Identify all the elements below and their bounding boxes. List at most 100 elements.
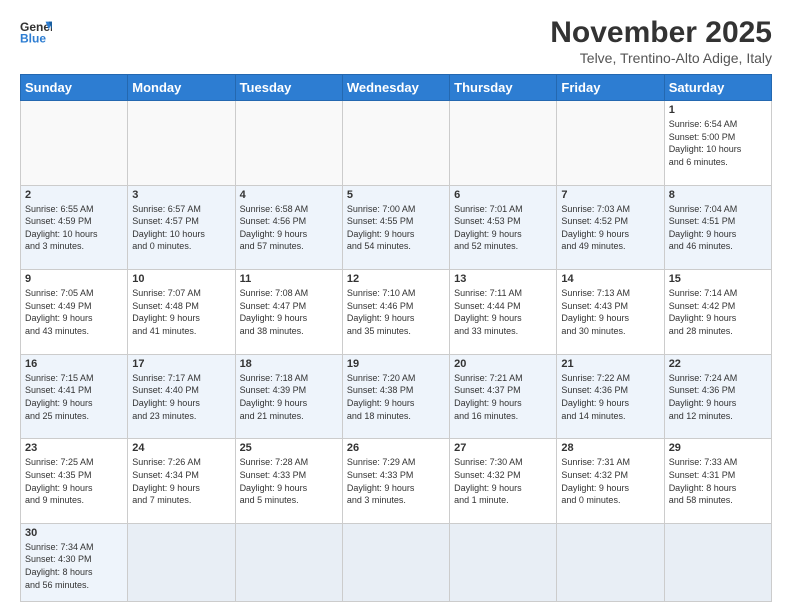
calendar-cell: 5 Sunrise: 7:00 AM Sunset: 4:55 PM Daylig… bbox=[342, 185, 449, 270]
day-sun-info: Sunrise: 7:21 AM Sunset: 4:37 PM Dayligh… bbox=[454, 372, 552, 422]
calendar-cell: 13 Sunrise: 7:11 AM Sunset: 4:44 PM Dayli… bbox=[450, 270, 557, 355]
day-number: 12 bbox=[347, 273, 445, 285]
day-sun-info: Sunrise: 7:17 AM Sunset: 4:40 PM Dayligh… bbox=[132, 372, 230, 422]
day-sun-info: Sunrise: 7:14 AM Sunset: 4:42 PM Dayligh… bbox=[669, 287, 767, 337]
day-sun-info: Sunrise: 7:00 AM Sunset: 4:55 PM Dayligh… bbox=[347, 203, 445, 253]
calendar-cell: 2Sunrise: 6:55 AM Sunset: 4:59 PM Daylig… bbox=[21, 185, 128, 270]
day-sun-info: Sunrise: 7:20 AM Sunset: 4:38 PM Dayligh… bbox=[347, 372, 445, 422]
day-number: 8 bbox=[669, 189, 767, 201]
calendar-cell: 9Sunrise: 7:05 AM Sunset: 4:49 PM Daylig… bbox=[21, 270, 128, 355]
day-number: 22 bbox=[669, 358, 767, 370]
svg-text:Blue: Blue bbox=[20, 31, 46, 45]
day-number: 24 bbox=[132, 442, 230, 454]
calendar-cell bbox=[664, 523, 771, 601]
col-sunday: Sunday bbox=[21, 75, 128, 101]
day-sun-info: Sunrise: 7:33 AM Sunset: 4:31 PM Dayligh… bbox=[669, 456, 767, 506]
col-wednesday: Wednesday bbox=[342, 75, 449, 101]
day-number: 5 bbox=[347, 189, 445, 201]
calendar-cell: 10Sunrise: 7:07 AM Sunset: 4:48 PM Dayli… bbox=[128, 270, 235, 355]
day-sun-info: Sunrise: 7:05 AM Sunset: 4:49 PM Dayligh… bbox=[25, 287, 123, 337]
calendar-cell: 29 Sunrise: 7:33 AM Sunset: 4:31 PM Dayli… bbox=[664, 439, 771, 524]
calendar-cell: 1 Sunrise: 6:54 AM Sunset: 5:00 PM Daylig… bbox=[664, 101, 771, 186]
calendar-cell: 17 Sunrise: 7:17 AM Sunset: 4:40 PM Dayli… bbox=[128, 354, 235, 439]
calendar-header-row: Sunday Monday Tuesday Wednesday Thursday… bbox=[21, 75, 772, 101]
calendar-cell bbox=[450, 523, 557, 601]
day-sun-info: Sunrise: 6:54 AM Sunset: 5:00 PM Dayligh… bbox=[669, 118, 767, 168]
day-number: 20 bbox=[454, 358, 552, 370]
calendar-cell: 20 Sunrise: 7:21 AM Sunset: 4:37 PM Dayli… bbox=[450, 354, 557, 439]
day-sun-info: Sunrise: 7:18 AM Sunset: 4:39 PM Dayligh… bbox=[240, 372, 338, 422]
calendar-cell: 4Sunrise: 6:58 AM Sunset: 4:56 PM Daylig… bbox=[235, 185, 342, 270]
col-saturday: Saturday bbox=[664, 75, 771, 101]
day-number: 28 bbox=[561, 442, 659, 454]
calendar-week-row: 2Sunrise: 6:55 AM Sunset: 4:59 PM Daylig… bbox=[21, 185, 772, 270]
title-block: November 2025 Telve, Trentino-Alto Adige… bbox=[550, 16, 772, 66]
day-number: 11 bbox=[240, 273, 338, 285]
day-sun-info: Sunrise: 7:03 AM Sunset: 4:52 PM Dayligh… bbox=[561, 203, 659, 253]
calendar-cell: 3 Sunrise: 6:57 AM Sunset: 4:57 PM Daylig… bbox=[128, 185, 235, 270]
day-sun-info: Sunrise: 7:15 AM Sunset: 4:41 PM Dayligh… bbox=[25, 372, 123, 422]
calendar-cell: 15 Sunrise: 7:14 AM Sunset: 4:42 PM Dayli… bbox=[664, 270, 771, 355]
day-sun-info: Sunrise: 7:04 AM Sunset: 4:51 PM Dayligh… bbox=[669, 203, 767, 253]
calendar-cell bbox=[342, 101, 449, 186]
calendar-cell: 11 Sunrise: 7:08 AM Sunset: 4:47 PM Dayli… bbox=[235, 270, 342, 355]
calendar-table: Sunday Monday Tuesday Wednesday Thursday… bbox=[20, 74, 772, 602]
generalblue-logo-icon: General Blue bbox=[20, 18, 52, 46]
calendar-cell: 23 Sunrise: 7:25 AM Sunset: 4:35 PM Dayli… bbox=[21, 439, 128, 524]
calendar-cell bbox=[235, 523, 342, 601]
day-number: 23 bbox=[25, 442, 123, 454]
calendar-week-row: 30Sunrise: 7:34 AM Sunset: 4:30 PM Dayli… bbox=[21, 523, 772, 601]
day-sun-info: Sunrise: 7:26 AM Sunset: 4:34 PM Dayligh… bbox=[132, 456, 230, 506]
calendar-week-row: 23 Sunrise: 7:25 AM Sunset: 4:35 PM Dayli… bbox=[21, 439, 772, 524]
calendar-cell bbox=[128, 523, 235, 601]
month-title: November 2025 bbox=[550, 16, 772, 50]
calendar-cell: 28 Sunrise: 7:31 AM Sunset: 4:32 PM Dayli… bbox=[557, 439, 664, 524]
calendar-cell: 27Sunrise: 7:30 AM Sunset: 4:32 PM Dayli… bbox=[450, 439, 557, 524]
calendar-week-row: 9Sunrise: 7:05 AM Sunset: 4:49 PM Daylig… bbox=[21, 270, 772, 355]
day-number: 1 bbox=[669, 104, 767, 116]
calendar-cell bbox=[557, 523, 664, 601]
day-sun-info: Sunrise: 7:28 AM Sunset: 4:33 PM Dayligh… bbox=[240, 456, 338, 506]
day-sun-info: Sunrise: 7:25 AM Sunset: 4:35 PM Dayligh… bbox=[25, 456, 123, 506]
calendar-cell bbox=[128, 101, 235, 186]
calendar-week-row: 16Sunrise: 7:15 AM Sunset: 4:41 PM Dayli… bbox=[21, 354, 772, 439]
day-sun-info: Sunrise: 7:13 AM Sunset: 4:43 PM Dayligh… bbox=[561, 287, 659, 337]
calendar-cell: 21Sunrise: 7:22 AM Sunset: 4:36 PM Dayli… bbox=[557, 354, 664, 439]
day-number: 30 bbox=[25, 527, 123, 539]
day-number: 6 bbox=[454, 189, 552, 201]
location-subtitle: Telve, Trentino-Alto Adige, Italy bbox=[550, 50, 772, 66]
day-number: 2 bbox=[25, 189, 123, 201]
calendar-cell: 30Sunrise: 7:34 AM Sunset: 4:30 PM Dayli… bbox=[21, 523, 128, 601]
day-sun-info: Sunrise: 7:31 AM Sunset: 4:32 PM Dayligh… bbox=[561, 456, 659, 506]
day-number: 17 bbox=[132, 358, 230, 370]
page: General Blue November 2025 Telve, Trenti… bbox=[0, 0, 792, 612]
calendar-cell: 6 Sunrise: 7:01 AM Sunset: 4:53 PM Daylig… bbox=[450, 185, 557, 270]
col-friday: Friday bbox=[557, 75, 664, 101]
calendar-cell: 8 Sunrise: 7:04 AM Sunset: 4:51 PM Daylig… bbox=[664, 185, 771, 270]
col-thursday: Thursday bbox=[450, 75, 557, 101]
logo: General Blue bbox=[20, 16, 52, 46]
calendar-cell bbox=[342, 523, 449, 601]
calendar-cell: 25Sunrise: 7:28 AM Sunset: 4:33 PM Dayli… bbox=[235, 439, 342, 524]
day-number: 29 bbox=[669, 442, 767, 454]
day-number: 7 bbox=[561, 189, 659, 201]
col-monday: Monday bbox=[128, 75, 235, 101]
day-sun-info: Sunrise: 7:01 AM Sunset: 4:53 PM Dayligh… bbox=[454, 203, 552, 253]
day-number: 15 bbox=[669, 273, 767, 285]
day-number: 19 bbox=[347, 358, 445, 370]
day-sun-info: Sunrise: 6:57 AM Sunset: 4:57 PM Dayligh… bbox=[132, 203, 230, 253]
day-sun-info: Sunrise: 7:08 AM Sunset: 4:47 PM Dayligh… bbox=[240, 287, 338, 337]
day-sun-info: Sunrise: 7:11 AM Sunset: 4:44 PM Dayligh… bbox=[454, 287, 552, 337]
day-number: 21 bbox=[561, 358, 659, 370]
day-number: 3 bbox=[132, 189, 230, 201]
calendar-cell bbox=[450, 101, 557, 186]
calendar-cell: 7 Sunrise: 7:03 AM Sunset: 4:52 PM Daylig… bbox=[557, 185, 664, 270]
day-number: 10 bbox=[132, 273, 230, 285]
day-sun-info: Sunrise: 6:58 AM Sunset: 4:56 PM Dayligh… bbox=[240, 203, 338, 253]
calendar-cell: 16Sunrise: 7:15 AM Sunset: 4:41 PM Dayli… bbox=[21, 354, 128, 439]
day-number: 13 bbox=[454, 273, 552, 285]
day-number: 14 bbox=[561, 273, 659, 285]
day-sun-info: Sunrise: 7:29 AM Sunset: 4:33 PM Dayligh… bbox=[347, 456, 445, 506]
day-number: 18 bbox=[240, 358, 338, 370]
calendar-cell: 19 Sunrise: 7:20 AM Sunset: 4:38 PM Dayli… bbox=[342, 354, 449, 439]
